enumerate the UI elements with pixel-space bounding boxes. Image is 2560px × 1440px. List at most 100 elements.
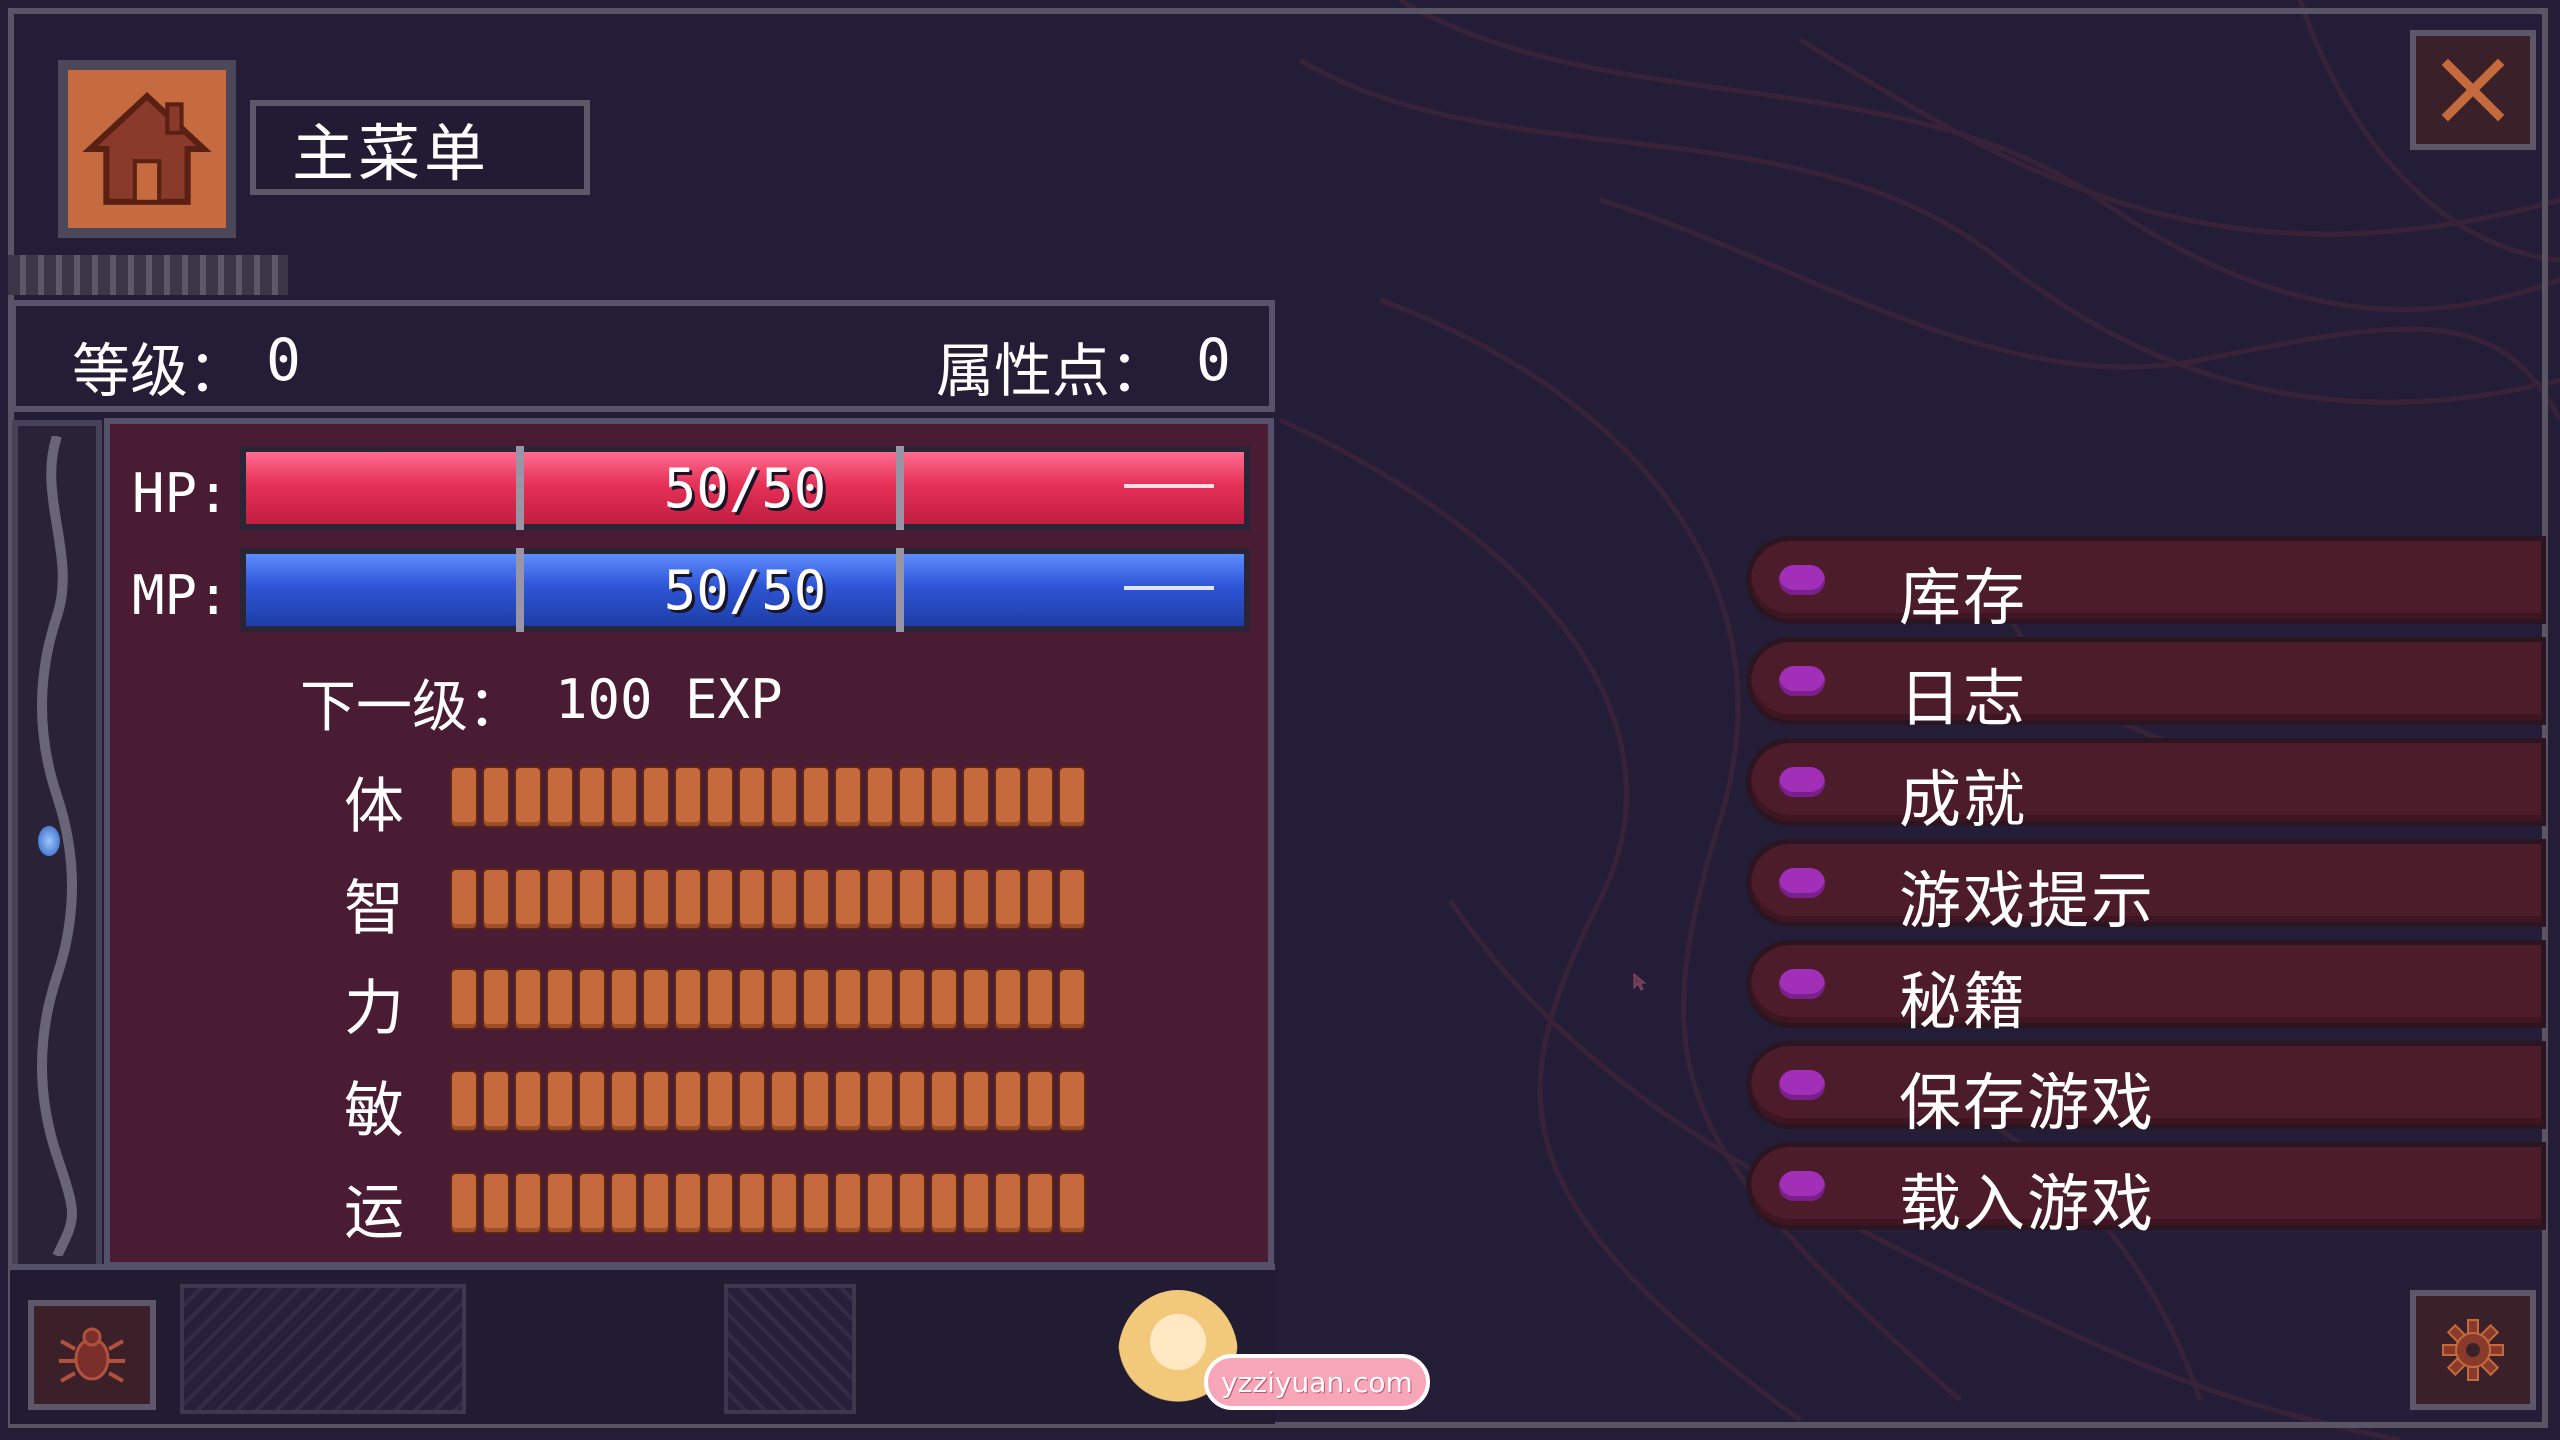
close-icon xyxy=(2441,58,2505,122)
stats-panel: HP: 50/50 MP: 50/50 下一级： 100 EXP 体 智 力 敏… xyxy=(104,418,1274,1268)
close-button[interactable] xyxy=(2410,30,2536,150)
menu-bullet-icon xyxy=(1779,565,1825,595)
attribute-pip xyxy=(930,1172,958,1234)
debug-button[interactable] xyxy=(28,1300,156,1410)
attribute-pip xyxy=(514,766,542,828)
attribute-pip xyxy=(1026,1070,1054,1132)
menu-item-label: 库存 xyxy=(1899,561,2028,634)
menu-item-label: 保存游戏 xyxy=(1899,1066,2156,1139)
attribute-pip xyxy=(738,766,766,828)
attribute-pip xyxy=(930,766,958,828)
attribute-pip xyxy=(770,1070,798,1132)
menu-item-achievements[interactable]: 成就 xyxy=(1746,738,2546,836)
menu-item-cheats[interactable]: 秘籍 xyxy=(1746,940,2546,1038)
mouse-cursor-icon xyxy=(1633,972,1647,991)
attribute-pip xyxy=(1026,968,1054,1030)
attribute-pip xyxy=(738,868,766,930)
attribute-pip xyxy=(482,1070,510,1132)
menu-item-load-game[interactable]: 载入游戏 xyxy=(1746,1142,2546,1240)
attribute-pip xyxy=(866,868,894,930)
bug-icon xyxy=(59,1327,125,1383)
attribute-pip xyxy=(514,968,542,1030)
attribute-pip xyxy=(898,766,926,828)
menu-bullet-icon xyxy=(1779,1070,1825,1100)
attribute-pip xyxy=(962,868,990,930)
hp-label: HP: xyxy=(132,462,230,525)
attribute-pip xyxy=(898,968,926,1030)
menu-item-label: 秘籍 xyxy=(1899,965,2028,1038)
attribute-label: 体 xyxy=(344,772,404,842)
attribute-pip xyxy=(578,1172,606,1234)
decorative-panel xyxy=(180,1284,466,1414)
mp-value: 50/50 xyxy=(663,558,827,622)
mp-bar: 50/50 xyxy=(240,548,1250,632)
attribute-pip xyxy=(546,1070,574,1132)
home-button[interactable] xyxy=(58,60,236,238)
menu-item-label: 日志 xyxy=(1899,662,2028,735)
decorative-chain xyxy=(8,255,288,295)
attribute-pip xyxy=(802,766,830,828)
attribute-pip xyxy=(738,1070,766,1132)
attribute-pip xyxy=(514,868,542,930)
attribute-pip xyxy=(1058,868,1086,930)
menu-bullet-icon xyxy=(1779,868,1825,898)
attribute-pip xyxy=(546,968,574,1030)
attribute-row-luck: 运 xyxy=(110,1160,1280,1248)
attribute-pip xyxy=(1058,1172,1086,1234)
next-level-label: 下一级： xyxy=(300,675,524,740)
attribute-pip xyxy=(834,1070,862,1132)
attribute-row-intelligence: 智 xyxy=(110,856,1280,944)
attribute-points-label: 属性点： xyxy=(936,337,1169,405)
attribute-pip xyxy=(546,868,574,930)
attribute-pip xyxy=(802,1172,830,1234)
attribute-pip xyxy=(546,1172,574,1234)
attribute-pip xyxy=(610,766,638,828)
attribute-pip xyxy=(834,766,862,828)
attribute-label: 敏 xyxy=(344,1076,404,1146)
watermark-text: yzziyuan.com xyxy=(1204,1354,1430,1410)
attribute-pip xyxy=(642,1172,670,1234)
attribute-pip xyxy=(610,868,638,930)
menu-item-save-game[interactable]: 保存游戏 xyxy=(1746,1041,2546,1139)
attribute-pip xyxy=(834,968,862,1030)
menu-item-journal[interactable]: 日志 xyxy=(1746,637,2546,735)
watermark: yzziyuan.com xyxy=(1112,1290,1442,1420)
attribute-pip xyxy=(546,766,574,828)
attribute-pip xyxy=(610,968,638,1030)
attribute-pip xyxy=(898,1172,926,1234)
attribute-pip xyxy=(674,868,702,930)
level-strip: 等级： 0 属性点： 0 xyxy=(10,300,1275,412)
attribute-pips xyxy=(450,766,1086,828)
attribute-pip xyxy=(674,1070,702,1132)
attribute-pip xyxy=(866,766,894,828)
attribute-pip xyxy=(1026,1172,1054,1234)
attribute-pip xyxy=(706,1070,734,1132)
attribute-pip xyxy=(866,968,894,1030)
attribute-pip xyxy=(674,766,702,828)
attribute-pip xyxy=(802,868,830,930)
attribute-points-value: 0 xyxy=(1196,326,1231,394)
attribute-pip xyxy=(706,766,734,828)
gear-icon xyxy=(2442,1319,2504,1381)
attribute-pip xyxy=(994,766,1022,828)
level-value: 0 xyxy=(266,326,301,394)
mp-label: MP: xyxy=(132,564,230,627)
menu-bullet-icon xyxy=(1779,969,1825,999)
attribute-pip xyxy=(770,1172,798,1234)
attribute-pip xyxy=(930,968,958,1030)
attribute-label: 智 xyxy=(344,874,404,944)
attribute-pip xyxy=(738,1172,766,1234)
attribute-pip xyxy=(578,1070,606,1132)
settings-button[interactable] xyxy=(2410,1290,2536,1410)
menu-item-inventory[interactable]: 库存 xyxy=(1746,536,2546,634)
attribute-pip xyxy=(450,1172,478,1234)
attribute-pip xyxy=(642,968,670,1030)
menu-item-game-tips[interactable]: 游戏提示 xyxy=(1746,839,2546,937)
hp-value: 50/50 xyxy=(663,456,827,520)
attribute-pip xyxy=(866,1172,894,1234)
attribute-pip xyxy=(578,868,606,930)
attribute-pip xyxy=(962,968,990,1030)
attribute-pip xyxy=(770,868,798,930)
attribute-pip xyxy=(738,968,766,1030)
attribute-pips xyxy=(450,1172,1086,1234)
